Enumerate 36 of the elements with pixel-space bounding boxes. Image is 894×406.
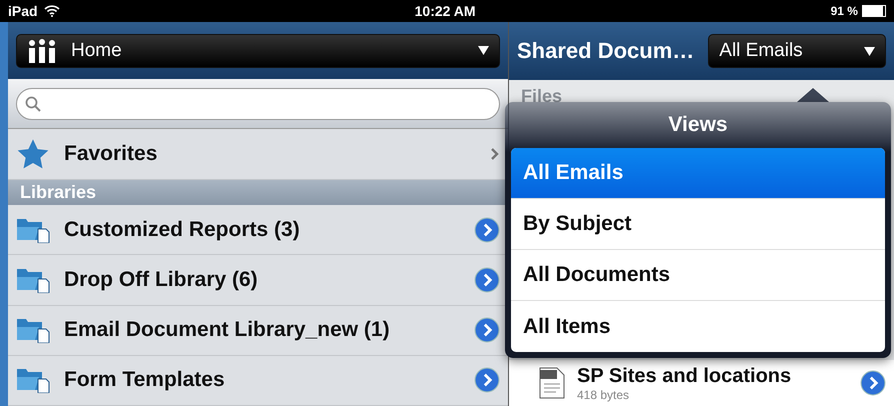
library-item[interactable]: Form Templates <box>8 356 508 406</box>
file-size: 418 bytes <box>577 388 630 402</box>
view-dropdown[interactable]: All Emails <box>708 34 886 68</box>
chevron-button[interactable] <box>474 367 500 394</box>
chevron-button[interactable] <box>474 216 500 243</box>
folder-icon <box>16 216 50 243</box>
device-name: iPad <box>8 3 38 19</box>
battery-percent: 91 % <box>830 4 858 18</box>
search-icon <box>25 96 41 112</box>
file-name: SP Sites and locations <box>577 364 792 388</box>
chevron-button[interactable] <box>860 370 886 396</box>
section-header: Libraries <box>20 182 96 203</box>
text-file-icon <box>539 367 565 399</box>
dropdown-arrow-icon <box>478 46 489 56</box>
people-icon <box>27 38 57 63</box>
folder-icon <box>16 367 50 394</box>
view-option[interactable]: All Documents <box>511 250 885 301</box>
folder-icon <box>16 266 50 293</box>
chevron-icon <box>490 146 500 161</box>
dropdown-arrow-icon <box>864 46 875 56</box>
wifi-icon <box>44 5 60 17</box>
search-field[interactable] <box>16 88 500 120</box>
battery-icon <box>862 5 886 17</box>
view-option[interactable]: By Subject <box>511 199 885 250</box>
clock: 10:22 AM <box>414 3 476 19</box>
folder-icon <box>16 317 50 344</box>
page-title: Shared Docum… <box>517 38 694 64</box>
chevron-button[interactable] <box>474 266 500 293</box>
view-option[interactable]: All Items <box>511 301 885 352</box>
site-dropdown[interactable]: Home <box>16 34 500 68</box>
star-icon <box>16 138 50 170</box>
view-option[interactable]: All Emails <box>511 148 885 199</box>
chevron-button[interactable] <box>474 317 500 344</box>
files-header: Files <box>521 86 562 107</box>
file-item[interactable]: SP Sites and locations 418 bytes <box>509 360 894 406</box>
popover-title: Views <box>668 113 728 137</box>
